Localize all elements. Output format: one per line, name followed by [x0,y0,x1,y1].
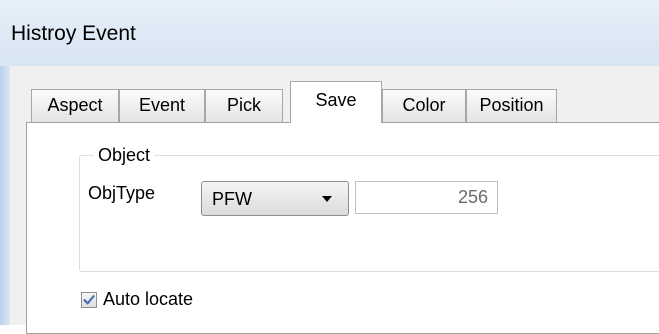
objtype-label: ObjType [88,183,156,203]
tab-event[interactable]: Event [119,89,205,122]
window-title: Histroy Event [11,22,136,45]
auto-locate-label: Auto locate [103,289,194,309]
objtype-selected-value: PFW [212,189,252,209]
chevron-down-icon [322,196,332,202]
tab-aspect[interactable]: Aspect [31,89,119,122]
tab-position[interactable]: Position [466,89,557,122]
objtype-number-field[interactable]: 256 [355,181,498,214]
title-bar: Histroy Event [0,0,659,66]
tab-color[interactable]: Color [382,89,466,122]
auto-locate-checkbox[interactable] [81,292,97,308]
object-group-legend: Object [94,145,155,166]
tab-label: Pick [226,95,261,115]
objtype-select[interactable]: PFW [201,181,349,216]
window-left-border [0,66,10,325]
checkmark-icon [83,295,95,305]
tab-label: Color [402,95,446,115]
tab-pick[interactable]: Pick [205,89,283,122]
tab-label: Event [138,95,186,115]
tab-save[interactable]: Save [290,81,382,123]
tab-label: Save [315,90,357,110]
tab-label: Position [479,95,544,115]
tab-label: Aspect [47,95,103,115]
